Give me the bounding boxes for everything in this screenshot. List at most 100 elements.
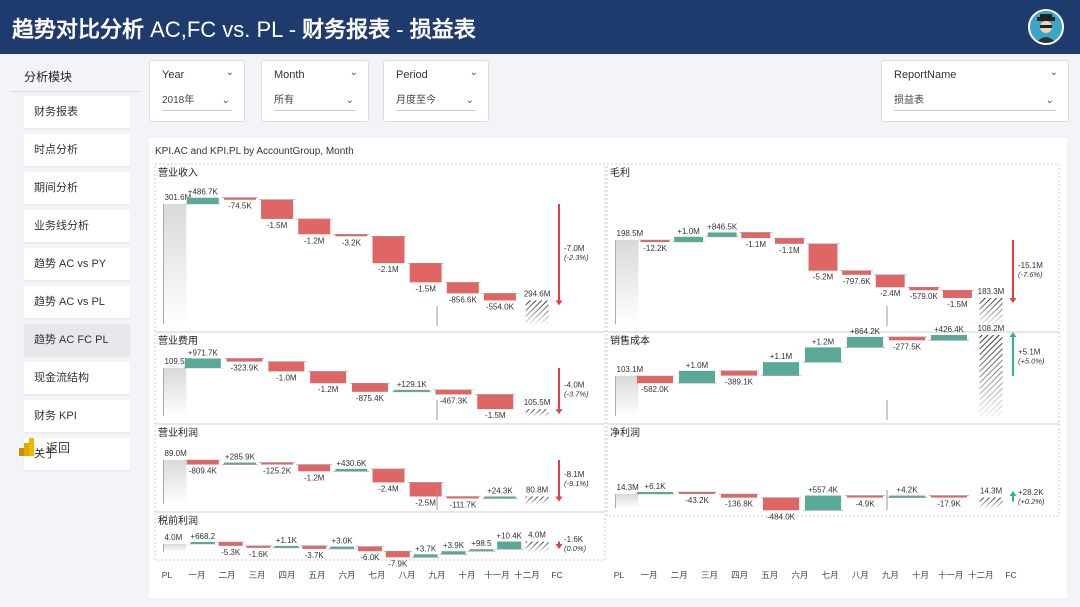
fc-bar-fade	[979, 297, 1003, 324]
waterfall-panel: 营业费用109.5M+971.7K-323.9K-1.0M-1.2M-875.4…	[154, 331, 606, 425]
waterfall-panel: 营业利润 89.0M-809.4K +285.9K -125.2K -1.2M +430.…	[154, 423, 606, 513]
delta-bar	[636, 376, 674, 384]
delta-value-label: +3.0K	[332, 537, 354, 546]
back-button[interactable]: 返回	[18, 437, 70, 457]
pl-value-label: 103.1M	[617, 365, 644, 374]
variance-percent-label: (-7.6%)	[1018, 270, 1043, 279]
delta-bar	[674, 236, 704, 242]
delta-value-label: -1.2M	[304, 473, 325, 482]
year-slicer-label: Year	[162, 69, 185, 81]
waterfall-chart-visual[interactable]: KPI.AC and KPI.PL by AccountGroup, Month…	[149, 138, 1067, 598]
delta-value-label: -136.8K	[725, 500, 754, 509]
category-axis-label: PL	[614, 570, 625, 580]
chevron-down-icon[interactable]: ⌄	[350, 67, 358, 78]
delta-value-label: +10.4K	[496, 532, 522, 541]
delta-value-label: -3.7K	[305, 551, 325, 560]
delta-bar	[446, 282, 479, 294]
delta-value-label: -467.3K	[439, 396, 468, 405]
delta-bar	[741, 232, 771, 239]
fc-bar-fade	[525, 496, 549, 504]
delta-value-label: +1.2M	[812, 337, 835, 346]
delta-bar	[372, 236, 405, 264]
delta-value-label: +557.4K	[808, 486, 839, 495]
delta-value-label: -74.5K	[228, 202, 252, 211]
pl-value-label: 14.3M	[617, 483, 640, 492]
waterfall-panel: 销售成本 103.1M -582.0K +1.0M -389.1K +1.1M +1.2M +…	[606, 324, 1060, 425]
delta-value-label: -323.9K	[231, 364, 260, 373]
year-dropdown[interactable]: 2018年 ⌄	[162, 91, 232, 111]
pl-bar	[163, 460, 187, 504]
category-axis-label: 四月	[731, 570, 748, 580]
avatar[interactable]	[1028, 9, 1064, 45]
panel-title: 营业利润	[158, 426, 198, 439]
variance-value-label: +5.1M	[1018, 348, 1041, 357]
category-axis-label: FC	[551, 570, 562, 580]
delta-value-label: +4.2K	[896, 486, 918, 495]
category-axis-label: 二月	[218, 570, 235, 580]
delta-bar	[804, 347, 842, 363]
delta-value-label: -277.5K	[893, 342, 922, 351]
sidebar-item[interactable]: 时点分析	[24, 134, 130, 166]
delta-value-label: +1.1K	[276, 536, 298, 545]
delta-value-label: +430.6K	[336, 459, 367, 468]
variance-percent-label: (-3.7%)	[564, 390, 589, 399]
sidebar-item[interactable]: 趋势 AC vs PL	[24, 286, 130, 318]
period-dropdown[interactable]: 月度至今 ⌄	[396, 91, 476, 111]
title-separator: -	[396, 17, 404, 42]
sidebar-item[interactable]: 期间分析	[24, 172, 130, 204]
delta-value-label: -5.2M	[813, 273, 834, 282]
panel-title: 税前利润	[158, 514, 198, 527]
period-slicer-label: Period	[396, 69, 428, 81]
delta-value-label: +846.5K	[707, 222, 738, 231]
delta-value-label: -3.2K	[342, 238, 362, 247]
delta-bar	[385, 551, 410, 558]
delta-value-label: -1.1M	[779, 246, 800, 255]
delta-bar	[477, 394, 514, 410]
pl-bar	[615, 494, 639, 508]
delta-bar	[335, 468, 368, 472]
sidebar-item[interactable]: 现金流结构	[24, 362, 130, 394]
fc-value-label: 4.0M	[528, 531, 546, 540]
category-axis-label: 六月	[338, 570, 355, 580]
variance-value-label: -1.6K	[564, 535, 584, 544]
variance-percent-label: (-9.1%)	[564, 479, 589, 488]
sidebar-item[interactable]: 趋势 AC vs PY	[24, 248, 130, 280]
report-name-dropdown[interactable]: 损益表 ⌄	[894, 91, 1056, 111]
delta-bar	[942, 290, 972, 298]
sidebar-item[interactable]: 趋势 AC FC PL	[24, 324, 130, 356]
delta-value-label: -2.5M	[415, 498, 436, 507]
period-slicer[interactable]: Period ⌄ 月度至今 ⌄	[383, 60, 489, 122]
year-slicer[interactable]: Year ⌄ 2018年 ⌄	[149, 60, 245, 122]
category-axis-label: 五月	[308, 570, 325, 580]
panel-title: 营业费用	[158, 334, 198, 347]
delta-value-label: -1.6K	[249, 550, 269, 559]
delta-value-label: -875.4K	[356, 394, 385, 403]
chevron-down-icon[interactable]: ⌄	[470, 67, 478, 78]
chevron-down-icon: ⌄	[345, 95, 354, 106]
delta-bar	[640, 240, 670, 242]
delta-value-label: +426.4K	[934, 325, 965, 334]
panel-title: 毛利	[610, 167, 630, 179]
chevron-down-icon[interactable]: ⌄	[1050, 67, 1058, 78]
category-axis-label: 四月	[278, 570, 295, 580]
pl-value-label: 89.0M	[165, 449, 188, 458]
sidebar-item[interactable]: 业务线分析	[24, 210, 130, 242]
panel-title: 销售成本	[610, 334, 650, 347]
delta-bar	[302, 545, 327, 549]
month-slicer[interactable]: Month ⌄ 所有 ⌄	[261, 60, 369, 122]
waterfall-panel: 净利润 14.3M +6.1K -43.2K -136.8K -484.0K +557.4K…	[606, 423, 1060, 521]
title-report-group: 财务报表	[302, 17, 391, 42]
delta-value-label: -125.2K	[263, 467, 292, 476]
delta-bar	[218, 542, 243, 546]
chevron-down-icon[interactable]: ⌄	[226, 67, 234, 78]
category-axis-label: 十月	[912, 570, 929, 580]
delta-value-label: -6.0K	[360, 553, 380, 562]
month-dropdown[interactable]: 所有 ⌄	[274, 91, 356, 111]
waterfall-panel: 营业收入301.6M+486.7K-74.5K-1.5M-1.2M -3.2K-2…	[154, 163, 606, 333]
sidebar-item[interactable]: 财务报表	[24, 96, 130, 128]
report-name-slicer-label: ReportName	[894, 69, 957, 81]
report-name-slicer[interactable]: ReportName ⌄ 损益表 ⌄	[881, 60, 1069, 122]
sidebar-item[interactable]: 财务 KPI	[24, 400, 130, 432]
category-axis-label: 五月	[761, 570, 778, 580]
delta-value-label: -809.4K	[189, 467, 218, 476]
